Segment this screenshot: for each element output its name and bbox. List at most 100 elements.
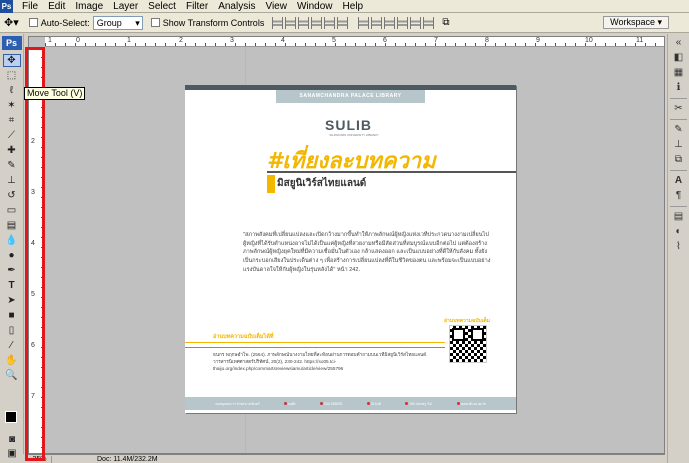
blur-tool-icon[interactable]: 💧	[3, 234, 21, 247]
align-hcenter-icon[interactable]	[324, 16, 336, 29]
paragraph-icon[interactable]: ¶	[672, 190, 686, 202]
sulib-logo: SULIB	[325, 117, 372, 133]
histogram-icon[interactable]: ▦	[672, 67, 686, 79]
crop-tool-icon[interactable]: ⌗	[3, 114, 21, 127]
menu-view[interactable]: View	[260, 0, 292, 13]
auto-select-dropdown[interactable]: Group	[92, 15, 143, 30]
distribute-right-icon[interactable]	[423, 16, 435, 29]
character-icon[interactable]: A	[672, 175, 686, 187]
distribute-left-icon[interactable]	[397, 16, 409, 29]
quick-mask-icon[interactable]: ◙	[3, 433, 21, 446]
path-selection-tool-icon[interactable]: ➤	[3, 294, 21, 307]
channels-icon[interactable]: ◐	[672, 226, 686, 238]
brushes-icon[interactable]: ✎	[672, 124, 686, 136]
status-bar: 25% Doc: 11.4M/232.2M	[28, 454, 665, 463]
ruler-label: 4	[281, 37, 285, 44]
menu-select[interactable]: Select	[143, 0, 181, 13]
menu-filter[interactable]: Filter	[181, 0, 213, 13]
distribute-top-icon[interactable]	[358, 16, 370, 29]
auto-select-label: Auto-Select:	[40, 17, 90, 28]
zoom-tool-icon[interactable]: 🔍	[3, 369, 21, 382]
distribute-buttons	[358, 16, 436, 29]
document-size[interactable]: Doc: 11.4M/232.2M	[97, 456, 158, 463]
clone-source-icon[interactable]: ⊥	[672, 139, 686, 151]
layers-icon[interactable]: ▤	[672, 211, 686, 223]
align-top-icon[interactable]	[272, 16, 284, 29]
highlight-annotation	[25, 47, 45, 461]
ruler-label: 0	[76, 37, 80, 44]
paths-icon[interactable]: ⌇	[672, 241, 686, 253]
slice-tool-icon[interactable]: ⟋	[3, 129, 21, 142]
layer-comps-icon[interactable]: ⧉	[672, 154, 686, 166]
hand-tool-icon[interactable]: ✋	[3, 354, 21, 367]
type-tool-icon[interactable]: T	[3, 279, 21, 292]
menu-bar: Ps File Edit Image Layer Select Filter A…	[0, 0, 689, 13]
show-transform-checkbox[interactable]	[150, 18, 160, 27]
title-underline	[267, 171, 516, 173]
align-right-icon[interactable]	[337, 16, 349, 29]
options-bar: ✥▾ Auto-Select: Group Show Transform Con…	[0, 13, 689, 33]
marquee-tool-icon[interactable]: ⬚	[3, 69, 21, 82]
distribute-vcenter-icon[interactable]	[371, 16, 383, 29]
panel-divider	[670, 170, 687, 171]
clone-stamp-tool-icon[interactable]: ⊥	[3, 174, 21, 187]
auto-select-checkbox[interactable]	[28, 18, 38, 27]
ruler-label: 11	[636, 37, 644, 44]
distribute-bottom-icon[interactable]	[384, 16, 396, 29]
ruler-label: 2	[179, 37, 183, 44]
ruler-label: 8	[485, 37, 489, 44]
screen-mode-icon[interactable]: ▣	[3, 447, 21, 460]
quote-text: "สภาพสังคมที่เปลี่ยนแปลงและเปิดกว้างมากข…	[243, 232, 491, 273]
ruler-label: 1	[48, 37, 52, 44]
ruler-label: 10	[585, 37, 593, 44]
web-icon	[456, 401, 460, 405]
gradient-tool-icon[interactable]: ▤	[3, 219, 21, 232]
navigator-icon[interactable]: ◧	[672, 52, 686, 64]
panel-divider	[670, 98, 687, 99]
magic-wand-tool-icon[interactable]: ✶	[3, 99, 21, 112]
phone-icon	[319, 401, 323, 405]
healing-brush-tool-icon[interactable]: ✚	[3, 144, 21, 157]
lasso-tool-icon[interactable]: ℓ	[3, 84, 21, 97]
menu-file[interactable]: File	[17, 0, 43, 13]
history-brush-tool-icon[interactable]: ↺	[3, 189, 21, 202]
align-bottom-icon[interactable]	[298, 16, 310, 29]
canvas-page[interactable]: SANAMCHANDRA PALACE LIBRARY SULIB SILPAK…	[185, 85, 516, 413]
ruler-label: 6	[383, 37, 387, 44]
workspace-button[interactable]: Workspace ▾	[603, 16, 669, 29]
distribute-hcenter-icon[interactable]	[410, 16, 422, 29]
eraser-tool-icon[interactable]: ▭	[3, 204, 21, 217]
pen-tool-icon[interactable]: ✒	[3, 264, 21, 277]
dodge-tool-icon[interactable]: ●	[3, 249, 21, 262]
brush-tool-icon[interactable]: ✎	[3, 159, 21, 172]
horizontal-ruler[interactable]: 1 0 1 2 3 4 5 6 7 8 9 10 11	[45, 37, 664, 47]
auto-align-icon[interactable]: ⧉	[442, 17, 449, 28]
tools-panel: Ps ✥ ⬚ ℓ ✶ ⌗ ⟋ ✚ ✎ ⊥ ↺ ▭ ▤ 💧 ● ✒ T ➤ ■ ▯…	[0, 34, 24, 459]
menu-edit[interactable]: Edit	[43, 0, 70, 13]
move-tool-preset-icon[interactable]: ✥▾	[4, 16, 19, 29]
eyedropper-tool-icon[interactable]: ⁄	[3, 339, 21, 352]
align-left-icon[interactable]	[311, 16, 323, 29]
document-window[interactable]: 1 0 1 2 3 4 5 6 7 8 9 10 11 1 2 3 4 5 6 …	[28, 36, 665, 454]
poster-subtitle: มิสยูนิเวิร์สไทยแลนด์	[277, 178, 367, 189]
shape-tool-icon[interactable]: ■	[3, 309, 21, 322]
tools-preset-icon[interactable]: ✂	[672, 103, 686, 115]
align-buttons	[272, 16, 350, 29]
foreground-color-swatch[interactable]	[5, 411, 17, 423]
menu-window[interactable]: Window	[292, 0, 338, 13]
align-vcenter-icon[interactable]	[285, 16, 297, 29]
reference-text: ธนกร พฤกษอำไพ. (2564). ภาพลักษณ์นางงามไท…	[213, 352, 428, 372]
yellow-divider	[185, 342, 445, 343]
footer-item: sulib	[284, 401, 295, 406]
info-icon[interactable]: ℹ	[672, 82, 686, 94]
menu-image[interactable]: Image	[70, 0, 108, 13]
menu-analysis[interactable]: Analysis	[213, 0, 260, 13]
expand-panels-icon[interactable]: «	[672, 37, 686, 49]
subtitle-accent-bar	[267, 175, 275, 193]
menu-help[interactable]: Help	[338, 0, 369, 13]
move-tool-icon[interactable]: ✥	[2, 54, 21, 67]
footer-item: หอสมุดพระราชวังสนามจันทร์	[215, 401, 260, 406]
panel-divider	[670, 119, 687, 120]
notes-tool-icon[interactable]: ▯	[3, 324, 21, 337]
menu-layer[interactable]: Layer	[108, 0, 143, 13]
